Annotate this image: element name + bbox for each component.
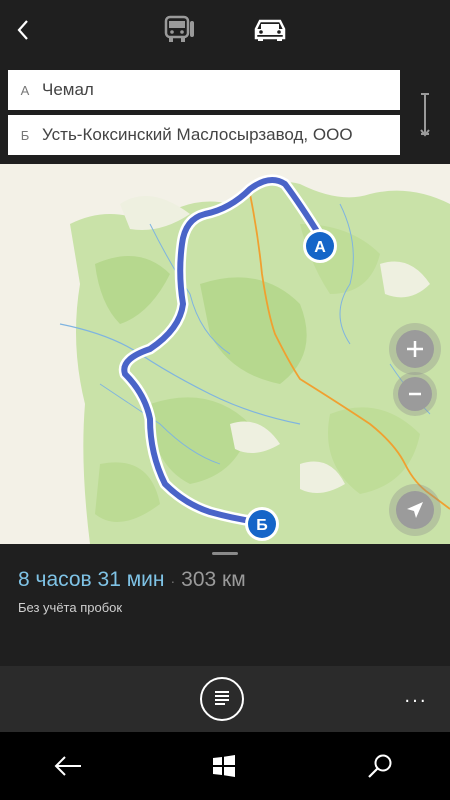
zoom-out-icon [409, 392, 421, 396]
back-arrow-icon [54, 756, 81, 776]
route-inputs-panel: А Чемал Б Усть-Коксинский Маслосырзавод,… [0, 60, 450, 164]
to-letter-label: Б [20, 127, 30, 143]
route-from-field[interactable]: А Чемал [8, 70, 400, 110]
system-back-button[interactable] [50, 750, 86, 782]
traffic-note: Без учёта пробок [18, 600, 123, 615]
locate-button[interactable] [389, 484, 441, 536]
swap-route-button[interactable] [412, 86, 438, 142]
separator-dot: · [170, 573, 176, 589]
zoom-out-button[interactable] [393, 372, 437, 416]
marker-a[interactable]: A [303, 229, 337, 263]
back-button[interactable] [8, 14, 38, 46]
map-view[interactable]: A Б [0, 164, 450, 544]
bus-icon [164, 15, 194, 42]
route-duration: 8 часов 31 мин [18, 568, 165, 591]
windows-icon [213, 755, 235, 777]
zoom-in-button[interactable] [389, 323, 441, 375]
from-value: Чемал [42, 80, 94, 99]
to-value: Усть-Коксинский Маслосырзавод, ООО [42, 125, 353, 144]
route-summary: 8 часов 31 мин · 303 км [18, 568, 246, 592]
marker-b[interactable]: Б [245, 507, 279, 541]
marker-b-label: Б [256, 517, 268, 534]
map-canvas: A Б [0, 164, 450, 544]
swap-vertical-icon [420, 93, 430, 137]
locate-icon [407, 502, 423, 518]
car-icon [254, 19, 286, 41]
transit-mode-button[interactable] [160, 12, 200, 48]
zoom-in-icon [407, 341, 423, 357]
route-distance: 303 км [181, 568, 246, 591]
top-bar [0, 0, 450, 60]
system-start-button[interactable] [206, 750, 242, 782]
list-button[interactable] [200, 677, 244, 721]
search-icon [368, 754, 392, 778]
app-bar: ... [0, 666, 450, 732]
list-icon [215, 691, 229, 705]
chevron-left-icon [17, 20, 28, 40]
from-letter-label: А [20, 82, 30, 98]
drag-handle[interactable] [212, 552, 238, 555]
marker-a-label: A [314, 239, 326, 256]
car-mode-button[interactable] [250, 12, 290, 48]
route-info-panel: 8 часов 31 мин · 303 км Без учёта пробок [0, 544, 450, 666]
more-button[interactable]: ... [398, 686, 434, 712]
system-nav-bar [0, 732, 450, 800]
system-search-button[interactable] [362, 750, 398, 782]
route-to-field[interactable]: Б Усть-Коксинский Маслосырзавод, ООО [8, 115, 400, 155]
